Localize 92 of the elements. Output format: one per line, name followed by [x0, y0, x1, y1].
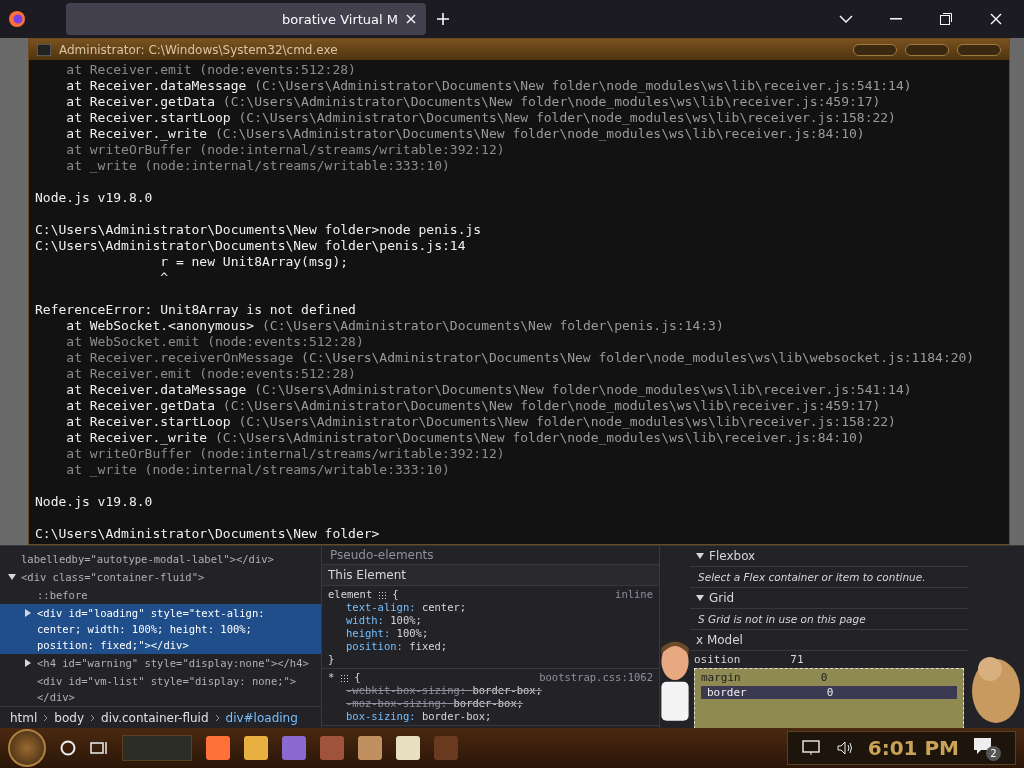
section-title: This Element [322, 565, 659, 586]
console-line: C:\Users\Administrator\Documents\New folder>node penis.js [35, 222, 483, 238]
console-line: at Receiver.getData (C:\Users\Administrator\Documents\New folder\node_modules\ws\lib\receiver.js:459:17) [65, 398, 882, 414]
window-title: Administrator: C:\Windows\System32\cmd.exe [59, 42, 338, 57]
console-line: Node.js v19.8.0 [35, 190, 154, 206]
console-line: r = new Unit8Array(msg); [159, 254, 350, 270]
rule-source[interactable]: inline [615, 588, 653, 601]
markup-node[interactable]: <div id="loading" style="text-align: center; width: 100%; height: 100%; position: fixed;"></div> [0, 604, 321, 654]
console-line: ^ [159, 270, 170, 286]
restore-icon[interactable] [940, 13, 952, 25]
triangle-down-icon[interactable] [696, 595, 704, 601]
rule-selector: element [328, 588, 373, 601]
message-icon[interactable] [973, 737, 993, 755]
console-line: at Receiver.receiverOnMessage (C:\Users\Administrator\Documents\New folder\node_modules\ws\lib\websocket.js:1184:20) [65, 350, 976, 366]
triangle-icon[interactable] [8, 573, 16, 581]
css-declaration[interactable]: text-align: center; [328, 601, 653, 614]
grid-dots-icon[interactable] [378, 590, 387, 599]
margin-label: margin [701, 671, 741, 684]
section-header[interactable]: Grid [709, 591, 735, 605]
console-line: at Receiver._write (C:\Users\Administrator\Documents\New folder\node_modules\ws\lib\receiver.js:84:10) [65, 430, 866, 446]
clock[interactable]: 6:01 PM [867, 736, 959, 760]
grid-dots-icon[interactable] [340, 673, 349, 682]
chevron-right-icon [43, 714, 49, 722]
css-declaration[interactable]: width: 100%; [328, 614, 653, 627]
close-icon[interactable] [406, 14, 416, 24]
console-line: at writeOrBuffer (node:internal/streams/writable:392:12) [65, 142, 506, 158]
plus-icon[interactable] [436, 12, 450, 26]
minimize-button[interactable] [853, 43, 897, 56]
browser-tab[interactable]: borative Virtual M [66, 3, 426, 35]
breadcrumb[interactable]: body [54, 711, 85, 725]
volume-icon[interactable] [835, 740, 854, 756]
breadcrumb[interactable]: div.container-fluid [101, 711, 209, 725]
start-button[interactable] [8, 729, 46, 767]
chevron-right-icon [214, 714, 220, 722]
position-label: osition [694, 653, 741, 666]
rule-close: } [328, 653, 335, 665]
section-header[interactable]: x Model [690, 630, 968, 651]
rule-source[interactable]: bootstrap.css:1062 [539, 671, 653, 684]
flexbox-message: Select a Flex container or item to continue. [690, 567, 968, 588]
console-line: at writeOrBuffer (node:internal/streams/writable:392:12) [65, 446, 506, 462]
close-icon[interactable] [990, 13, 1002, 25]
task-view-icon[interactable] [90, 740, 108, 756]
breadcrumb[interactable]: html [10, 711, 38, 725]
console-line: at Receiver.emit (node:events:512:28) [65, 62, 357, 78]
css-declaration[interactable]: -moz-box-sizing: border-box; [328, 697, 653, 710]
console-line: Node.js v19.8.0 [35, 494, 154, 510]
console-line: at Receiver.emit (node:events:512:28) [65, 366, 357, 382]
console-line: C:\Users\Administrator\Documents\New folder\penis.js:14 [35, 238, 467, 254]
css-declaration[interactable]: box-sizing: border-box; [328, 710, 653, 723]
network-icon[interactable] [801, 740, 822, 756]
console-line: at Receiver.dataMessage (C:\Users\Administrator\Documents\New folder\node_modules\ws\lib\receiver.js:541:14) [65, 382, 913, 398]
margin-value: 0 [820, 671, 828, 684]
chevron-down-icon[interactable] [839, 15, 853, 23]
section-header[interactable]: Flexbox [709, 549, 756, 563]
maximize-button[interactable] [905, 43, 949, 56]
search-field[interactable] [122, 735, 192, 761]
chevron-right-icon [90, 714, 96, 722]
terminal-icon [37, 43, 51, 56]
console-line: at Receiver.startLoop (C:\Users\Administrator\Documents\New folder\node_modules\ws\lib\receiver.js:158:22) [65, 414, 897, 430]
css-declaration[interactable]: position: fixed; [328, 640, 653, 653]
markup-node[interactable]: <div id="vm-list" style="display: none;"></div> [0, 672, 321, 706]
breadcrumb[interactable]: div#loading [225, 711, 298, 725]
open-brace: { [392, 588, 399, 601]
console-line: at WebSocket.<anonymous> (C:\Users\Administrator\Documents\New folder\penis.js:14:3) [65, 318, 725, 334]
box-model-border: border 0 [701, 686, 957, 699]
open-brace: { [354, 671, 361, 684]
console-line: at Receiver.startLoop (C:\Users\Administrator\Documents\New folder\node_modules\ws\lib\receiver.js:158:22) [65, 110, 897, 126]
markup-node[interactable]: <h4 id="warning" style="display:none"></h4> [0, 654, 321, 672]
css-declaration[interactable]: -webkit-box-sizing: border-box; [328, 684, 653, 697]
notification-count: 2 [986, 746, 1001, 761]
console-line: at Receiver.dataMessage (C:\Users\Administrator\Documents\New folder\node_modules\ws\lib\receiver.js:541:14) [65, 78, 913, 94]
position-value: 71 [790, 653, 804, 666]
console-line: at WebSocket.emit (node:events:512:28) [65, 334, 365, 350]
browser-logo-icon[interactable] [8, 10, 26, 28]
triangle-icon[interactable] [24, 659, 32, 667]
console-line: at Receiver.getData (C:\Users\Administrator\Documents\New folder\node_modules\ws\lib\receiver.js:459:17) [65, 94, 882, 110]
triangle-icon[interactable] [24, 609, 32, 617]
markup-node[interactable]: labelledby="autotype-modal-label"></div> [0, 550, 321, 568]
console-line: C:\Users\Administrator\Documents\New folder> [35, 526, 381, 542]
triangle-down-icon[interactable] [696, 553, 704, 559]
markup-node[interactable]: <div class="container-fluid"> [0, 568, 321, 586]
close-button[interactable] [957, 43, 1001, 56]
console-line: at _write (node:internal/streams/writable:333:10) [65, 462, 451, 478]
minimize-icon[interactable] [890, 18, 902, 20]
circle-icon[interactable] [60, 740, 76, 756]
console-line: at Receiver._write (C:\Users\Administrator\Documents\New folder\node_modules\ws\lib\receiver.js:84:10) [65, 126, 866, 142]
console-line: at _write (node:internal/streams/writable:333:10) [65, 158, 451, 174]
rule-selector: * [328, 671, 335, 684]
css-declaration[interactable]: height: 100%; [328, 627, 653, 640]
console-line: ReferenceError: Unit8Array is not defined [35, 302, 357, 318]
markup-node[interactable]: ::before [0, 586, 321, 604]
grid-message: S Grid is not in use on this page [690, 609, 968, 630]
